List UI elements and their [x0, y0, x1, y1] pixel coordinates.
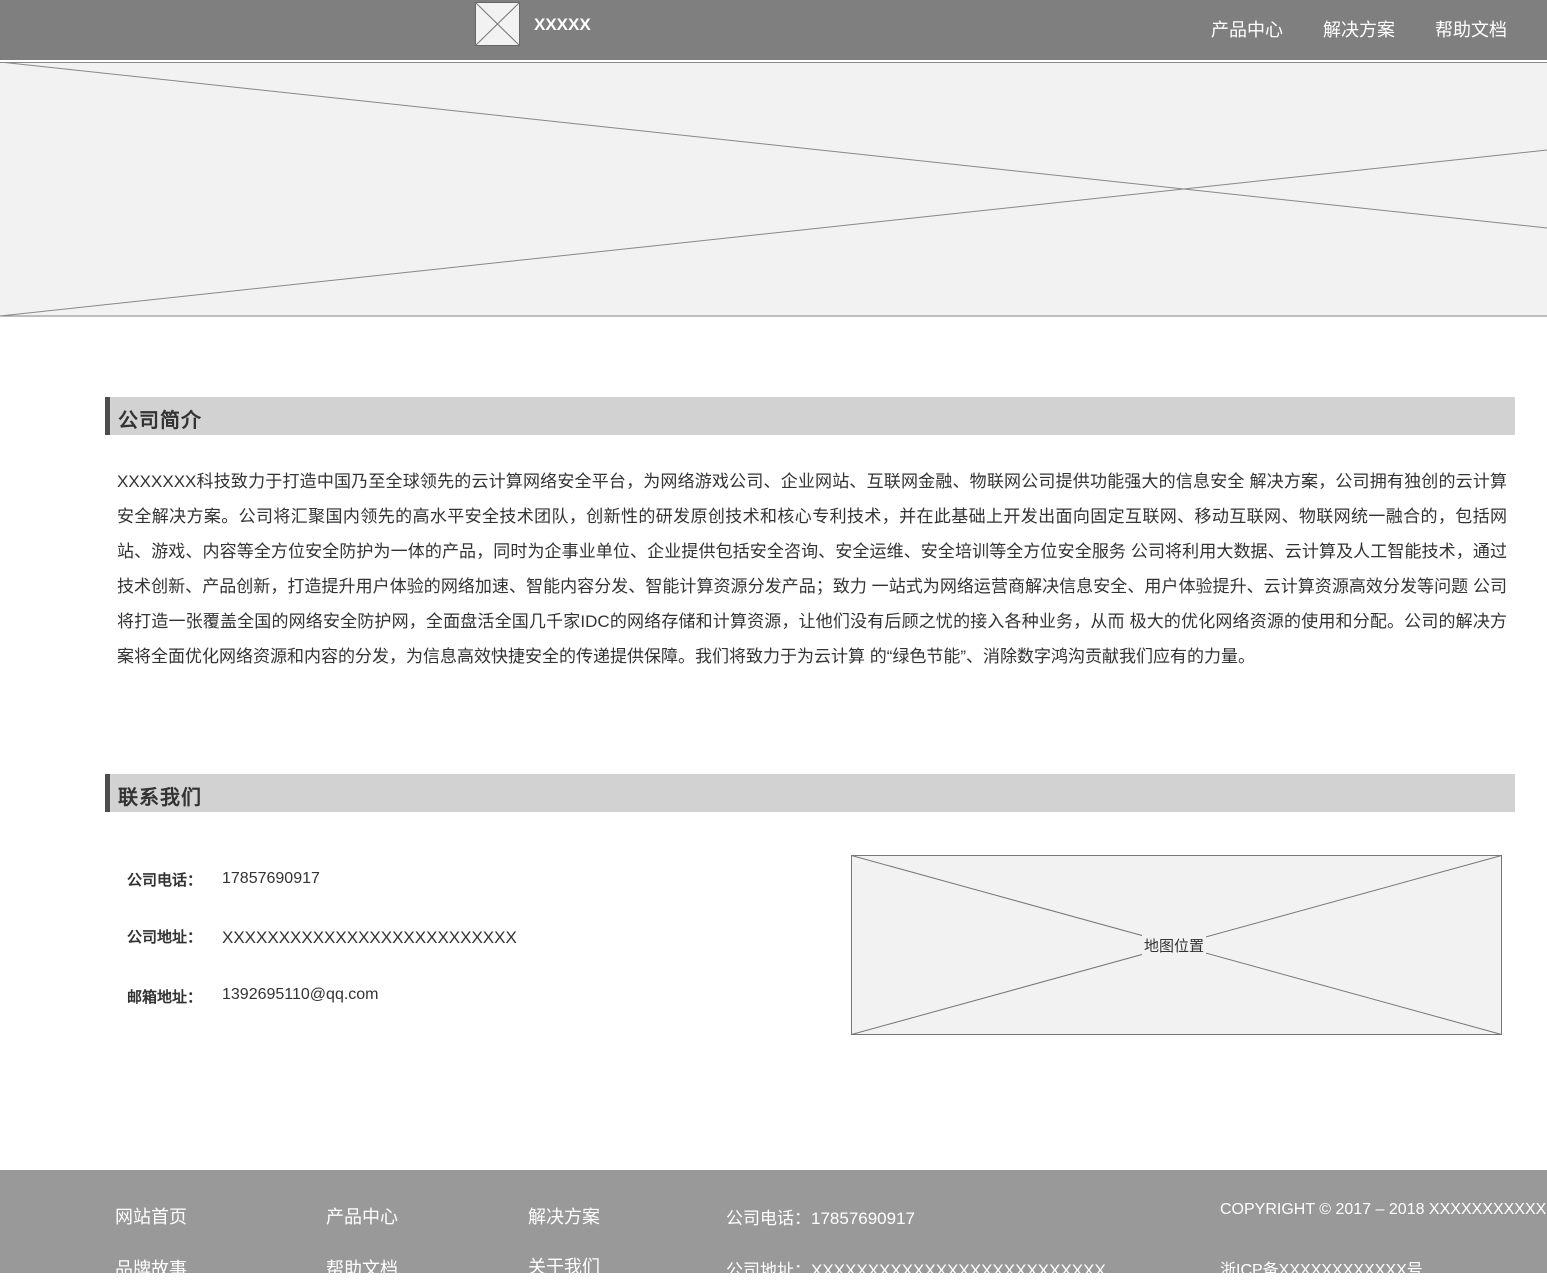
nav-item-products[interactable]: 产品中心	[1211, 16, 1283, 42]
footer-link-help-docs[interactable]: 帮助文档	[326, 1255, 398, 1281]
phone-value: 17857690917	[222, 870, 320, 887]
email-label: 邮箱地址：	[127, 989, 203, 1006]
email-value: 1392695110@qq.com	[222, 986, 379, 1003]
footer-link-brand-story[interactable]: 品牌故事	[115, 1255, 187, 1281]
footer-link-home[interactable]: 网站首页	[115, 1203, 187, 1229]
address-label: 公司地址：	[127, 929, 203, 946]
footer-address: 公司地址：XXXXXXXXXXXXXXXXXXXXXXXXXX	[726, 1261, 1106, 1280]
phone-label: 公司电话：	[127, 872, 203, 889]
footer-link-solutions[interactable]: 解决方案	[528, 1203, 600, 1229]
company-intro-text: XXXXXXX科技致力于打造中国乃至全球领先的云计算网络安全平台，为网络游戏公司…	[117, 472, 1507, 666]
footer-link-about-us[interactable]: 关于我们	[528, 1253, 600, 1279]
nav-item-help-docs[interactable]: 帮助文档	[1435, 16, 1507, 42]
footer-phone: 公司电话：17857690917	[726, 1209, 916, 1228]
footer: 网站首页 产品中心 解决方案 品牌故事 帮助文档 关于我们 公司电话：17857…	[0, 1170, 1547, 1280]
contact-title: 联系我们	[118, 787, 202, 809]
nav-item-solutions[interactable]: 解决方案	[1323, 16, 1395, 42]
banner-image-placeholder	[0, 62, 1547, 317]
footer-icp: 浙ICP备XXXXXXXXXXXX号	[1220, 1262, 1423, 1279]
contact-section-heading: 联系我们	[105, 774, 1515, 812]
footer-link-products[interactable]: 产品中心	[326, 1203, 398, 1229]
map-label: 地图位置	[1142, 935, 1207, 956]
address-value: XXXXXXXXXXXXXXXXXXXXXXXXXX	[222, 928, 517, 947]
logo-placeholder-icon[interactable]	[475, 2, 520, 46]
brand-name[interactable]: XXXXX	[534, 15, 591, 35]
about-section-heading: 公司简介	[105, 397, 1515, 435]
about-title: 公司简介	[118, 410, 202, 432]
top-navigation-bar: XXXXX 产品中心 解决方案 帮助文档	[0, 0, 1547, 60]
footer-copyright: COPYRIGHT © 2017 – 2018 XXXXXXXXXXX	[1220, 1201, 1547, 1218]
